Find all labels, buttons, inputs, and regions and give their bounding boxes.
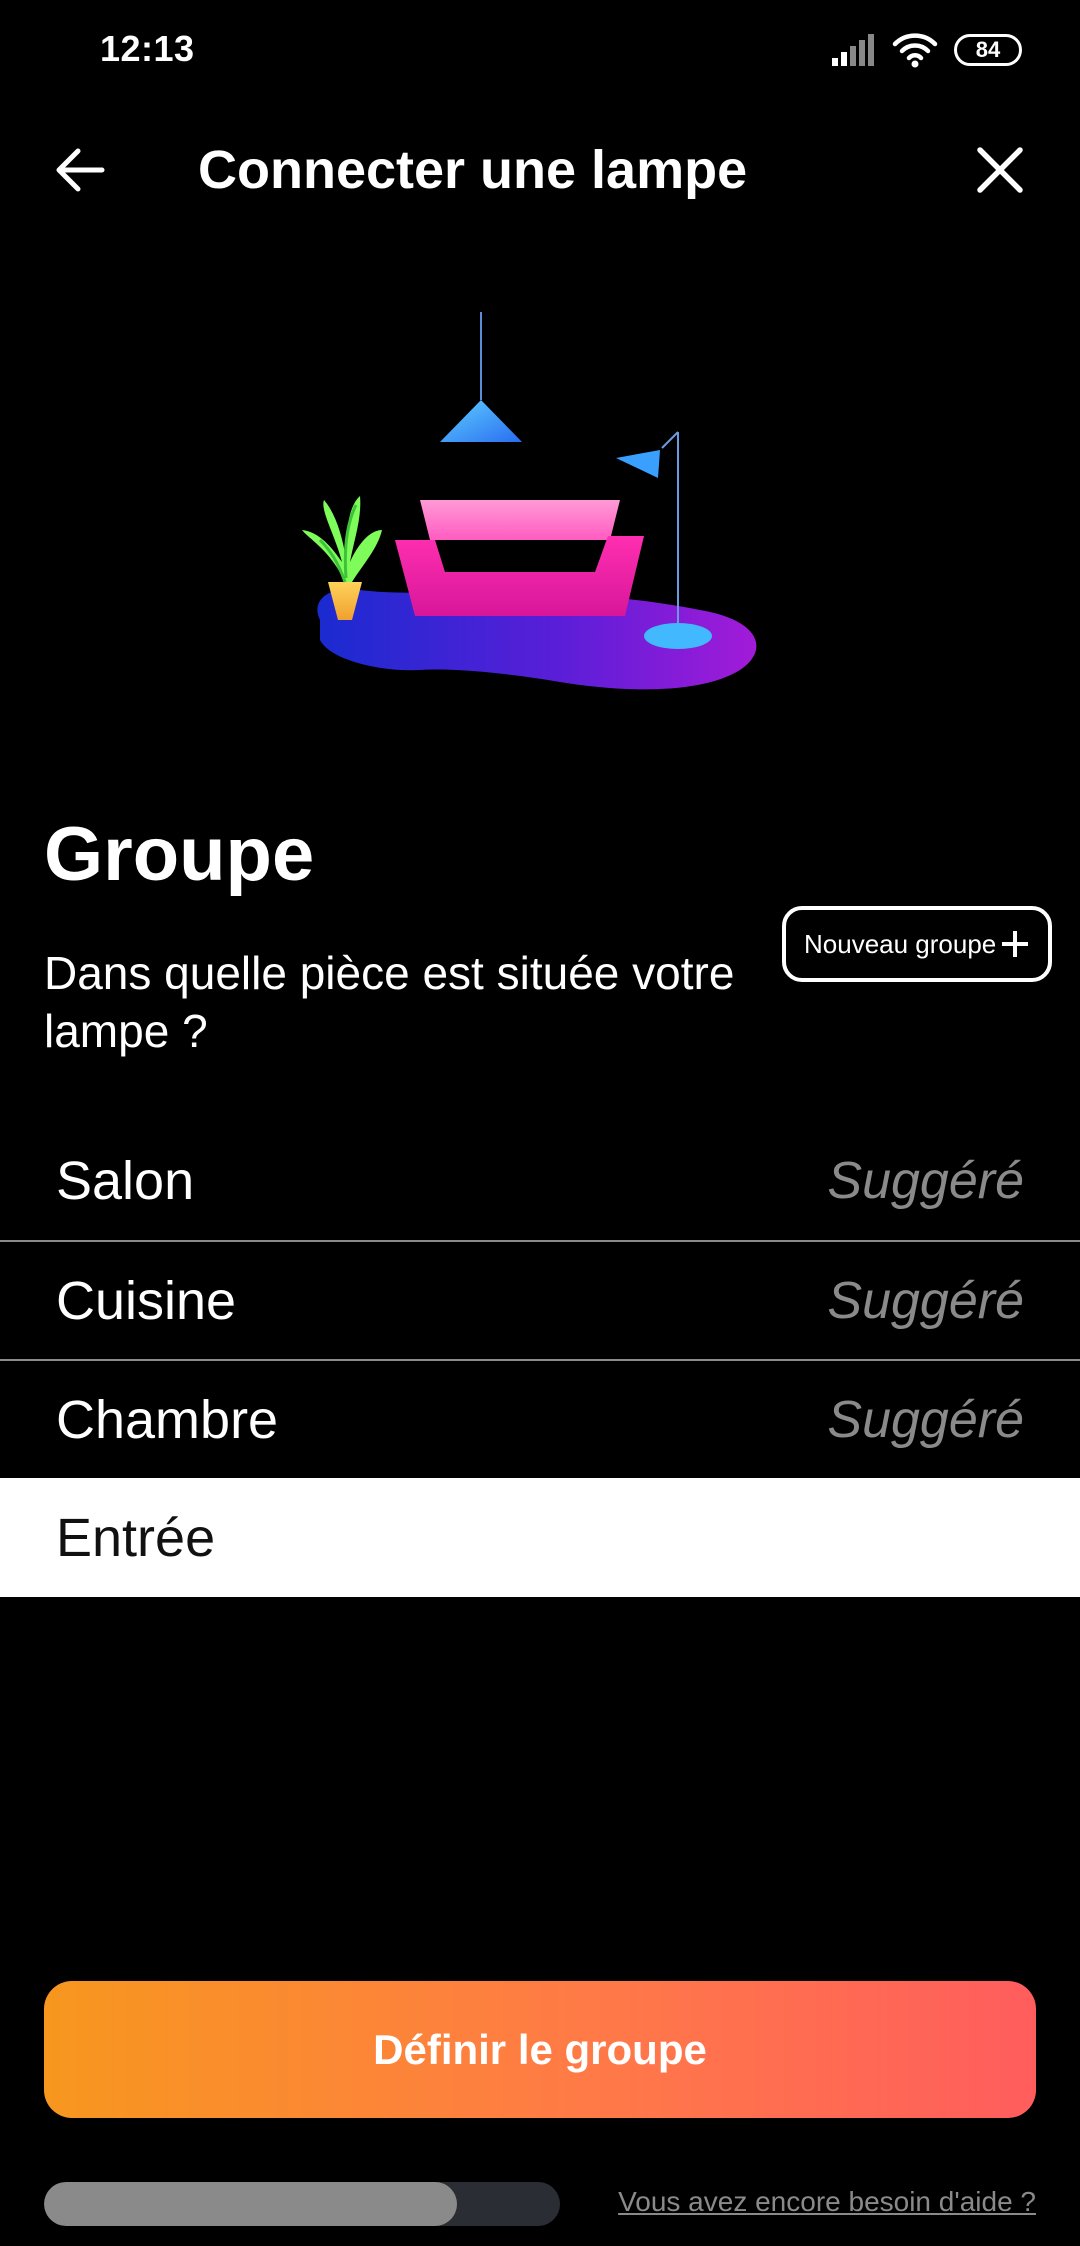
status-icons: 84 [832, 30, 1022, 70]
page-title: Connecter une lampe [198, 140, 748, 200]
help-link[interactable]: Vous avez encore besoin d'aide ? [618, 2186, 1036, 2218]
new-group-button[interactable]: Nouveau groupe [782, 906, 1052, 982]
battery-level: 84 [975, 37, 1001, 62]
room-label: Chambre [56, 1389, 279, 1450]
room-item-entree[interactable]: Entrée [0, 1478, 1080, 1597]
room-label: Entrée [56, 1507, 216, 1568]
status-time: 12:13 [100, 28, 195, 69]
setup-progress-fill [44, 2182, 457, 2226]
close-button[interactable] [968, 138, 1032, 202]
screen: 12:13 84 Connecter une lampe Groupe Dans… [0, 0, 1080, 2246]
define-group-button[interactable]: Définir le groupe [44, 1981, 1036, 2118]
room-label: Cuisine [56, 1270, 237, 1331]
wifi-icon [892, 33, 938, 68]
battery-icon: 84 [954, 34, 1022, 66]
room-item-chambre[interactable]: Chambre Suggéré [0, 1359, 1080, 1478]
setup-progress-bar [44, 2182, 560, 2226]
room-item-cuisine[interactable]: Cuisine Suggéré [0, 1240, 1080, 1359]
room-item-salon[interactable]: Salon Suggéré [0, 1121, 1080, 1240]
suggested-tag: Suggéré [827, 1271, 1024, 1330]
arrow-left-icon [56, 148, 105, 192]
room-question: Dans quelle pièce est située votre lampe… [44, 947, 735, 1057]
header: Connecter une lampe [0, 120, 1080, 220]
status-bar: 12:13 84 [0, 0, 1080, 100]
back-button[interactable] [48, 138, 112, 202]
living-room-illustration [302, 312, 757, 690]
room-label: Salon [56, 1150, 195, 1211]
signal-icon [832, 34, 874, 66]
suggested-tag: Suggéré [827, 1390, 1024, 1449]
section-title: Groupe [44, 812, 315, 897]
close-icon [977, 147, 1023, 193]
plus-icon [1002, 931, 1028, 957]
room-list: Salon Suggéré Cuisine Suggéré Chambre Su… [0, 1121, 1080, 1597]
define-group-label: Définir le groupe [373, 2025, 707, 2073]
suggested-tag: Suggéré [827, 1151, 1024, 1210]
new-group-label: Nouveau groupe [804, 928, 997, 959]
